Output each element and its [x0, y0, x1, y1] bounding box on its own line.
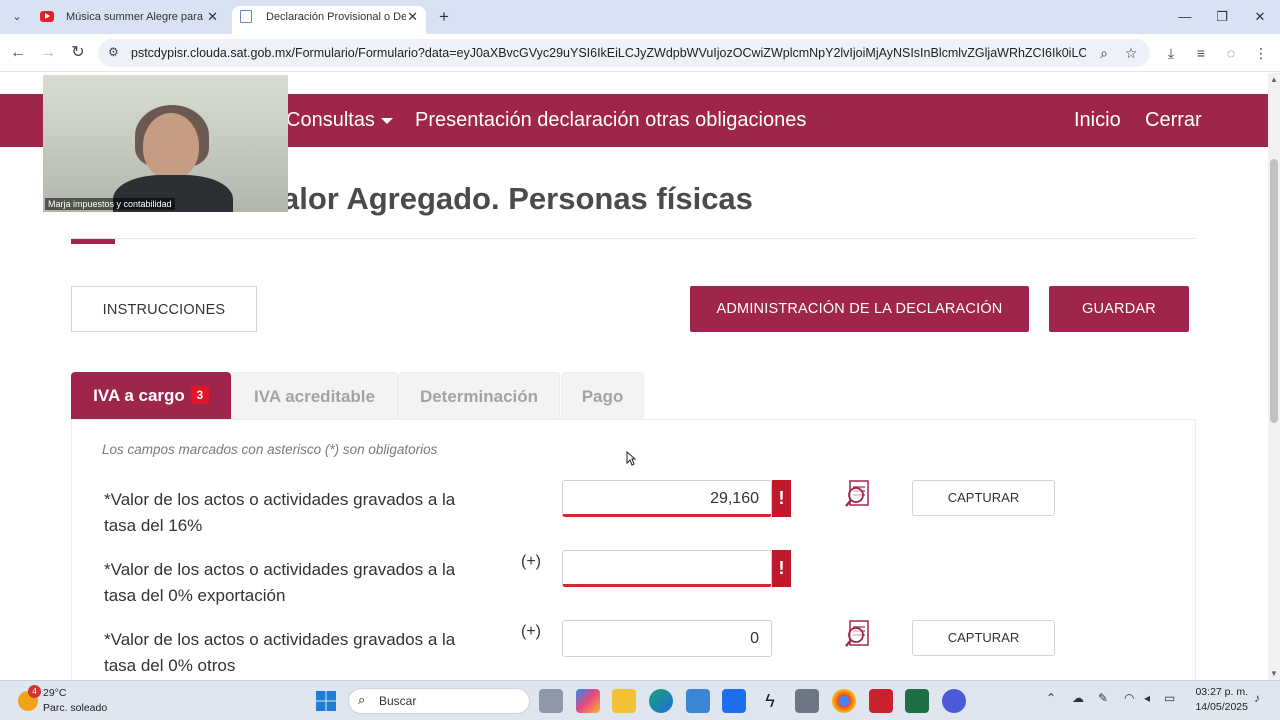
- excel-icon[interactable]: [905, 689, 929, 713]
- close-tab-icon[interactable]: ✕: [207, 6, 218, 28]
- close-tab-icon[interactable]: ✕: [407, 6, 418, 28]
- error-alert-icon[interactable]: !: [772, 480, 791, 517]
- tab-iva-acreditable[interactable]: IVA acreditable: [231, 372, 398, 419]
- calculation-detail-icon[interactable]: [843, 618, 875, 650]
- windows-taskbar: 4 29°C Parc. soleado ⌕ Buscar ϟ ⌃ ☁ ✎ ◠ …: [0, 680, 1280, 720]
- guardar-button[interactable]: GUARDAR: [1049, 286, 1189, 332]
- youtube-icon: [40, 11, 54, 22]
- battery-icon[interactable]: ▭: [1164, 691, 1175, 705]
- back-icon[interactable]: ←: [6, 41, 30, 65]
- clock-time: 03:27 p. m.: [1195, 686, 1248, 698]
- url-text[interactable]: pstcdypisr.clouda.sat.gob.mx/Formulario/…: [131, 39, 1086, 67]
- profile-icon[interactable]: ◌: [1219, 41, 1243, 65]
- edge-icon[interactable]: [649, 689, 673, 713]
- chrome-icon[interactable]: [832, 689, 856, 713]
- field-label-tasa-0-otros: *Valor de los actos o actividades gravad…: [104, 630, 456, 675]
- tab-title: Declaración Provisional o Defin: [266, 11, 406, 23]
- store-icon[interactable]: [686, 689, 710, 713]
- calculator-icon[interactable]: [795, 689, 819, 713]
- acrobat-icon[interactable]: [869, 689, 893, 713]
- forward-icon[interactable]: →: [36, 41, 60, 65]
- nav-consultas-label: Consultas: [286, 109, 375, 131]
- close-window-icon[interactable]: ✕: [1245, 6, 1275, 28]
- new-tab-icon[interactable]: +: [434, 6, 454, 28]
- scroll-down-arrow-icon[interactable]: ▼: [1269, 669, 1279, 678]
- input-tasa-0-exportacion[interactable]: [562, 550, 772, 587]
- field-label-tasa-16: *Valor de los actos o actividades gravad…: [104, 490, 456, 535]
- nav-inicio[interactable]: Inicio: [1074, 94, 1121, 147]
- weather-condition: Parc. soleado: [43, 702, 108, 714]
- tray-chevron-icon[interactable]: ⌃: [1046, 691, 1056, 705]
- menu-dots-icon[interactable]: ⋮: [1249, 41, 1273, 65]
- tab-pago[interactable]: Pago: [561, 372, 644, 419]
- mouse-cursor-icon: [626, 451, 636, 466]
- scroll-up-arrow-icon[interactable]: ▲: [1269, 75, 1279, 84]
- address-bar[interactable]: ⚙ pstcdypisr.clouda.sat.gob.mx/Formulari…: [98, 39, 1150, 67]
- webcam-overlay: Marja impuestos y contabilidad: [43, 75, 288, 212]
- zoom-app-icon[interactable]: [942, 689, 966, 713]
- presenter-face: [143, 113, 199, 179]
- media-control-icon[interactable]: ≡: [1189, 41, 1213, 65]
- calculation-detail-icon[interactable]: [843, 478, 875, 510]
- copilot-icon[interactable]: [576, 689, 600, 713]
- title-accent: [71, 239, 115, 244]
- nav-consultas[interactable]: Consultas: [286, 94, 393, 147]
- bolt-app-icon[interactable]: ϟ: [758, 689, 782, 713]
- file-explorer-icon[interactable]: [612, 689, 636, 713]
- instrucciones-button[interactable]: INSTRUCCIONES: [71, 286, 257, 332]
- tab-search-chevron-icon[interactable]: ⌄: [6, 7, 28, 27]
- browser-tab-youtube[interactable]: Música summer Alegre para Tra ✕: [32, 6, 226, 34]
- scrollbar-thumb[interactable]: [1270, 159, 1278, 423]
- minimize-icon[interactable]: —: [1170, 6, 1200, 28]
- browser-tab-strip: ⌄ Música summer Alegre para Tra ✕ Declar…: [0, 0, 1280, 34]
- weather-widget[interactable]: 4 29°C Parc. soleado: [16, 685, 126, 717]
- plus-sign: (+): [521, 623, 541, 640]
- input-tasa-0-otros[interactable]: 0: [562, 620, 772, 657]
- tab-title: Música summer Alegre para Tra: [66, 11, 206, 23]
- error-count-badge: 3: [190, 385, 209, 404]
- title-divider: [71, 238, 1196, 239]
- administracion-button[interactable]: ADMINISTRACIÓN DE LA DECLARACIÓN: [690, 286, 1029, 332]
- error-alert-icon[interactable]: !: [772, 550, 791, 587]
- pen-icon[interactable]: ✎: [1098, 691, 1108, 705]
- input-tasa-16[interactable]: 29,160: [562, 480, 772, 517]
- notifications-bell-icon[interactable]: ♪: [1254, 691, 1260, 705]
- temperature: 29°C: [43, 687, 67, 699]
- document-icon: [240, 10, 252, 23]
- dropbox-icon[interactable]: [722, 689, 746, 713]
- browser-toolbar: ← → ↻ ⚙ pstcdypisr.clouda.sat.gob.mx/For…: [0, 34, 1280, 72]
- reload-icon[interactable]: ↻: [66, 41, 90, 65]
- downloads-icon[interactable]: ⤓: [1159, 41, 1183, 65]
- page-scrollbar[interactable]: ▲ ▼: [1268, 73, 1280, 680]
- volume-icon[interactable]: ◂: [1144, 691, 1150, 705]
- browser-tab-declaracion[interactable]: Declaración Provisional o Defin ✕: [232, 6, 426, 34]
- caret-down-icon: [380, 117, 393, 124]
- page-title: alor Agregado. Personas físicas: [282, 181, 753, 216]
- capturar-button-tasa-0-otros[interactable]: CAPTURAR: [912, 620, 1055, 656]
- bookmark-star-icon[interactable]: ☆: [1121, 43, 1141, 63]
- clock-date: 14/05/2025: [1195, 701, 1248, 713]
- wifi-icon[interactable]: ◠: [1124, 691, 1134, 705]
- presenter-name-label: Marja impuestos y contabilidad: [45, 198, 175, 210]
- taskbar-search-label: Buscar: [379, 694, 417, 708]
- nav-presentacion[interactable]: Presentación declaración otras obligacio…: [415, 94, 806, 147]
- onedrive-icon[interactable]: ☁: [1072, 691, 1084, 705]
- required-fields-note: Los campos marcados con asterisco (*) so…: [102, 442, 438, 457]
- tab-iva-a-cargo[interactable]: IVA a cargo 3: [71, 372, 231, 419]
- taskbar-search[interactable]: ⌕ Buscar: [348, 688, 530, 714]
- capturar-button-tasa-16[interactable]: CAPTURAR: [912, 480, 1055, 516]
- task-view-icon[interactable]: [539, 689, 563, 713]
- field-label-tasa-0-exportacion: *Valor de los actos o actividades gravad…: [104, 560, 456, 605]
- site-info-icon[interactable]: ⚙: [108, 45, 119, 59]
- system-clock[interactable]: 03:27 p. m. 14/05/2025: [1188, 685, 1248, 715]
- tab-iva-a-cargo-label: IVA a cargo: [93, 386, 185, 405]
- maximize-icon[interactable]: ❐: [1207, 6, 1237, 28]
- search-icon: ⌕: [358, 692, 366, 707]
- plus-sign: (+): [521, 553, 541, 570]
- tab-determinacion[interactable]: Determinación: [398, 372, 560, 419]
- windows-start-icon[interactable]: [314, 689, 338, 713]
- nav-cerrar[interactable]: Cerrar: [1145, 94, 1202, 147]
- zoom-icon[interactable]: ⌕: [1094, 43, 1114, 63]
- notification-count-badge: 4: [28, 685, 41, 698]
